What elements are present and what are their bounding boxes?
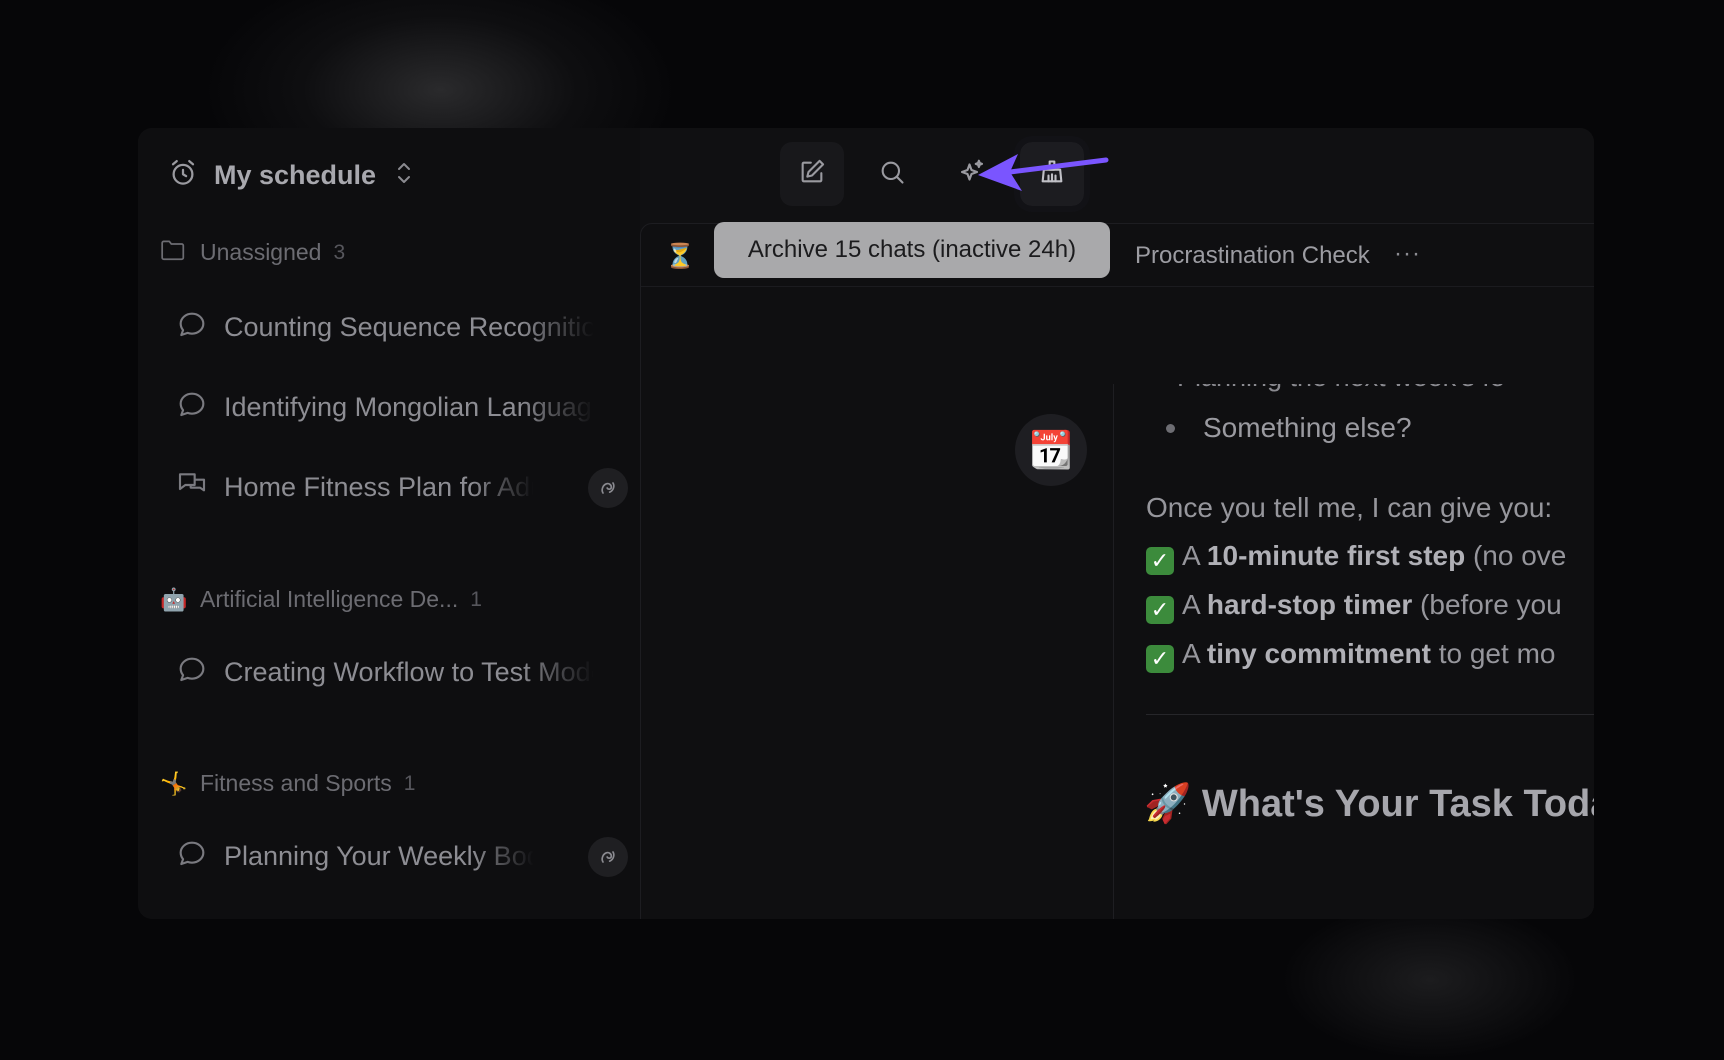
- workspace-title: My schedule: [214, 160, 377, 190]
- group-count: 1: [470, 587, 482, 611]
- assistant-avatar: 📆: [1015, 414, 1087, 486]
- group-artificial-intelligence[interactable]: 🤖 Artificial Intelligence De... 1: [160, 586, 482, 613]
- list-item: Something else?: [1166, 412, 1412, 444]
- more-options-button[interactable]: ···: [1394, 240, 1421, 268]
- workspace-switcher[interactable]: My schedule: [168, 158, 414, 193]
- item-prefix: A: [1182, 638, 1207, 669]
- list-item: ✓ A tiny commitment to get mo: [1146, 638, 1555, 673]
- group-label: Unassigned: [200, 239, 322, 265]
- chat-bubble-icon: [176, 654, 208, 691]
- check-mark-icon: ✓: [1146, 547, 1174, 575]
- message-heading: 🚀 What's Your Task Toda: [1144, 782, 1594, 826]
- chat-title: Counting Sequence Recognition: [224, 312, 594, 342]
- background-glow: [1280, 900, 1580, 1060]
- check-mark-icon: ✓: [1146, 596, 1174, 624]
- group-label: Artificial Intelligence De...: [200, 586, 459, 612]
- chat-title: Home Fitness Plan for Adults: [224, 472, 534, 502]
- gymnast-icon: 🤸: [160, 770, 188, 796]
- item-rest: to get mo: [1430, 638, 1556, 669]
- calendar-icon: 📆: [1028, 429, 1074, 470]
- message-text: Once you tell me, I can give you:: [1146, 492, 1553, 523]
- chat-title: Creating Workflow to Test Models: [224, 657, 594, 687]
- group-count: 1: [403, 771, 416, 795]
- list-item-text: Something else?: [1203, 412, 1412, 443]
- compose-icon: [798, 158, 826, 191]
- sidebar: My schedule Unassigned 3 Counting Sequen…: [138, 128, 640, 919]
- chat-item[interactable]: Creating Workflow to Test Models: [176, 654, 616, 691]
- chat-item[interactable]: Identifying Mongolian Language: [176, 389, 616, 426]
- group-label: Fitness and Sports: [200, 770, 392, 796]
- item-bold: tiny commitment: [1206, 638, 1431, 669]
- shared-icon: [588, 836, 628, 877]
- item-rest: (before you: [1412, 589, 1562, 620]
- search-icon: [878, 158, 906, 191]
- chat-panel: ⏳ Procrastination Check ··· 📆 • Planning…: [640, 223, 1594, 919]
- robot-icon: 🤖: [160, 586, 188, 612]
- check-mark-icon: ✓: [1146, 645, 1174, 673]
- alarm-clock-icon: [168, 158, 198, 193]
- folder-icon: [160, 238, 186, 267]
- group-count: 3: [333, 240, 346, 264]
- shared-icon: [588, 467, 628, 508]
- chat-item[interactable]: Counting Sequence Recognition: [176, 309, 616, 346]
- chat-bubble-icon: [176, 309, 208, 346]
- list-item: ✓ A 10-minute first step (no ove: [1146, 540, 1566, 575]
- chat-title[interactable]: Procrastination Check: [1135, 242, 1370, 270]
- search-button[interactable]: [860, 142, 924, 206]
- item-rest: (no ove: [1465, 540, 1567, 571]
- hourglass-icon: ⏳: [665, 243, 695, 270]
- new-chat-button[interactable]: [780, 142, 844, 206]
- list-item: ✓ A hard-stop timer (before you: [1146, 589, 1562, 624]
- chat-item[interactable]: Home Fitness Plan for Adults: [176, 467, 628, 508]
- group-fitness-and-sports[interactable]: 🤸 Fitness and Sports 1: [160, 770, 415, 797]
- chevron-up-down-icon: [394, 159, 414, 192]
- message-text: • Planning the next week's fe: [1160, 384, 1505, 393]
- chat-multi-bubble-icon: [176, 469, 208, 506]
- item-prefix: A: [1182, 589, 1207, 620]
- item-prefix: A: [1182, 540, 1207, 571]
- chat-title: Identifying Mongolian Language: [224, 392, 594, 422]
- chat-title: Planning Your Weekly Body Workout: [224, 841, 534, 871]
- chat-bubble-icon: [176, 389, 208, 426]
- annotation-arrow-icon: [970, 148, 1110, 203]
- group-unassigned[interactable]: Unassigned 3: [160, 238, 345, 267]
- bullet-icon: [1166, 423, 1175, 433]
- chat-item[interactable]: Planning Your Weekly Body Workout: [176, 836, 628, 877]
- rocket-icon: 🚀: [1144, 783, 1192, 825]
- divider: [1146, 714, 1594, 715]
- heading-text: What's Your Task Toda: [1201, 783, 1594, 825]
- item-bold: hard-stop timer: [1206, 589, 1413, 620]
- archive-tooltip: Archive 15 chats (inactive 24h): [714, 222, 1110, 278]
- chat-bubble-icon: [176, 838, 208, 875]
- assistant-message: • Planning the next week's fe Something …: [1113, 384, 1594, 919]
- item-bold: 10-minute first step: [1206, 540, 1466, 571]
